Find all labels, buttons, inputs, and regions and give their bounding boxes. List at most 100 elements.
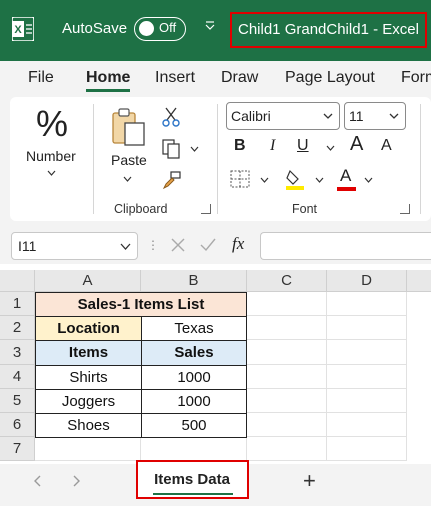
header-sales[interactable]: Sales <box>141 340 247 366</box>
cancel-icon[interactable] <box>170 237 186 253</box>
item-cell[interactable]: Shirts <box>35 365 142 390</box>
font-color-button[interactable]: A <box>340 166 351 186</box>
select-all-corner[interactable] <box>0 270 35 292</box>
name-box[interactable]: I11 <box>11 232 138 260</box>
ribbon-tabs: File Home Insert Draw Page Layout Form <box>0 61 431 97</box>
increase-font-size-button[interactable]: A <box>350 133 363 156</box>
cell-d5[interactable] <box>327 389 407 413</box>
fill-color-icon[interactable] <box>284 167 306 191</box>
row-header-4[interactable]: 4 <box>0 365 35 389</box>
sales-cell[interactable]: 1000 <box>141 389 247 414</box>
autosave-state: Off <box>159 20 177 35</box>
chevron-down-icon[interactable] <box>323 109 333 123</box>
chevron-right-icon[interactable] <box>72 474 82 488</box>
bold-button[interactable]: B <box>234 137 246 155</box>
row-header-3[interactable]: 3 <box>0 340 35 365</box>
font-name-value: Calibri <box>231 108 271 124</box>
chevron-down-icon[interactable] <box>260 177 269 183</box>
item-cell[interactable]: Shoes <box>35 413 142 438</box>
font-size-combo[interactable]: 11 <box>344 102 406 130</box>
chevron-down-icon[interactable] <box>120 243 131 250</box>
window-title: Child1 GrandChild1 - Excel <box>238 21 419 38</box>
cell-c6[interactable] <box>247 413 327 437</box>
chevron-down-icon[interactable] <box>190 146 199 152</box>
autosave-label: AutoSave <box>62 20 128 37</box>
chevron-down-icon[interactable] <box>364 177 373 183</box>
paste-label[interactable]: Paste <box>111 152 147 168</box>
decrease-font-size-button[interactable]: A <box>381 137 392 155</box>
sheet-tab-label: Items Data <box>154 471 230 488</box>
font-name-combo[interactable]: Calibri <box>226 102 340 130</box>
row-header-2[interactable]: 2 <box>0 316 35 340</box>
column-header-e[interactable] <box>407 270 431 292</box>
chevron-down-icon[interactable] <box>123 176 132 182</box>
row-header-5[interactable]: 5 <box>0 389 35 413</box>
cell-d3[interactable] <box>327 340 407 365</box>
formula-input[interactable] <box>260 232 431 260</box>
format-painter-icon[interactable] <box>162 170 182 190</box>
cell-c4[interactable] <box>247 365 327 389</box>
cell-c7[interactable] <box>247 437 327 461</box>
item-cell[interactable]: Joggers <box>35 389 142 414</box>
location-label[interactable]: Location <box>35 316 142 341</box>
chevron-left-icon[interactable] <box>32 474 42 488</box>
font-size-value: 11 <box>349 108 364 124</box>
tab-insert[interactable]: Insert <box>155 69 195 87</box>
cell-d7[interactable] <box>327 437 407 461</box>
group-separator <box>93 104 94 214</box>
sheet-tab-items-data[interactable]: Items Data <box>136 460 249 499</box>
enter-icon[interactable] <box>199 237 217 253</box>
italic-button[interactable]: I <box>270 137 275 155</box>
svg-text:X: X <box>14 24 22 36</box>
row-header-1[interactable]: 1 <box>0 292 35 316</box>
active-sheet-indicator <box>153 493 233 495</box>
more-options-icon[interactable]: ⋮ <box>147 238 159 252</box>
chevron-down-icon[interactable] <box>389 109 399 123</box>
number-format-icon[interactable]: % <box>36 103 68 145</box>
tab-file[interactable]: File <box>28 69 54 87</box>
sales-cell[interactable]: 1000 <box>141 365 247 390</box>
clipboard-dialog-launcher-icon[interactable] <box>201 204 211 214</box>
column-header-a[interactable]: A <box>35 270 141 292</box>
location-value[interactable]: Texas <box>141 316 247 341</box>
tab-page-layout[interactable]: Page Layout <box>285 69 375 87</box>
tab-home[interactable]: Home <box>86 69 130 87</box>
customize-qat-icon[interactable] <box>204 19 216 31</box>
autosave-toggle[interactable]: Off <box>134 17 186 41</box>
cell-a7[interactable] <box>35 437 141 461</box>
font-dialog-launcher-icon[interactable] <box>400 204 410 214</box>
font-color-swatch <box>337 187 356 191</box>
cell-d6[interactable] <box>327 413 407 437</box>
tab-formulas[interactable]: Form <box>401 69 431 87</box>
sales-cell[interactable]: 500 <box>141 413 247 438</box>
cut-icon[interactable] <box>162 107 180 127</box>
chevron-down-icon[interactable] <box>326 145 335 151</box>
cell-d4[interactable] <box>327 365 407 389</box>
excel-logo-icon: X <box>12 17 34 41</box>
row-header-6[interactable]: 6 <box>0 413 35 437</box>
borders-icon[interactable] <box>230 170 250 188</box>
cell-d2[interactable] <box>327 316 407 340</box>
column-header-d[interactable]: D <box>327 270 407 292</box>
underline-button[interactable]: U <box>297 137 309 155</box>
tab-draw[interactable]: Draw <box>221 69 258 87</box>
table-title[interactable]: Sales-1 Items List <box>35 292 247 317</box>
chevron-down-icon[interactable] <box>315 177 324 183</box>
cell-b7[interactable] <box>141 437 247 461</box>
window-title-highlight: Child1 GrandChild1 - Excel <box>230 12 427 48</box>
add-sheet-button[interactable]: + <box>303 468 316 494</box>
cell-c2[interactable] <box>247 316 327 340</box>
number-format-label[interactable]: Number <box>26 148 76 164</box>
row-header-7[interactable]: 7 <box>0 437 35 461</box>
paste-icon[interactable] <box>110 107 148 147</box>
cell-d1[interactable] <box>327 292 407 316</box>
header-items[interactable]: Items <box>35 340 142 366</box>
cell-c5[interactable] <box>247 389 327 413</box>
chevron-down-icon[interactable] <box>47 170 56 176</box>
column-header-b[interactable]: B <box>141 270 247 292</box>
cell-c3[interactable] <box>247 340 327 365</box>
cell-c1[interactable] <box>247 292 327 316</box>
column-header-c[interactable]: C <box>247 270 327 292</box>
insert-function-button[interactable]: fx <box>232 234 244 254</box>
copy-icon[interactable] <box>161 138 183 160</box>
